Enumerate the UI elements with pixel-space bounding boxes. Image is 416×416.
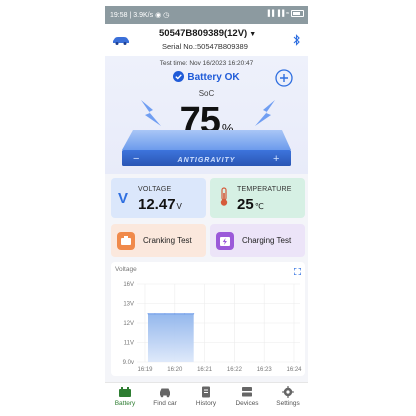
voltage-label: VOLTAGE xyxy=(138,186,172,193)
charging-icon xyxy=(216,232,234,250)
status-bar: 19:58 | 3.9K/s ◉ ◷ ▐▐ ▐▐ ≈ xyxy=(105,6,308,24)
voltage-point xyxy=(193,313,195,315)
nav-label: Devices xyxy=(235,400,259,407)
temperature-value: 25℃ xyxy=(237,196,264,213)
nav-label: Find car xyxy=(153,400,177,407)
voltage-point xyxy=(174,313,176,315)
voltage-point xyxy=(164,313,166,315)
temperature-label: TEMPERATURE xyxy=(237,186,292,193)
nav-find-car[interactable]: Find car xyxy=(145,386,185,407)
nav-label: History xyxy=(195,400,217,407)
chart-title: Voltage xyxy=(115,266,137,273)
x-tick-label: 16:20 xyxy=(167,367,183,373)
bluetooth-icon[interactable] xyxy=(293,34,301,46)
nav-label: Settings xyxy=(276,400,300,407)
voltage-point xyxy=(184,313,186,315)
voltage-chart-plot: 16V 13V 12V 11V 9.0v16:19 16:20 16:21 16:22 16:2… xyxy=(123,282,303,373)
serial-number: Serial No.:50547B809389 xyxy=(162,42,248,51)
add-test-button[interactable] xyxy=(275,69,293,87)
soc-label: SoC xyxy=(198,89,215,98)
nav-history[interactable]: History xyxy=(186,386,226,407)
charging-test-button[interactable]: Charging Test xyxy=(210,224,305,257)
x-tick-label: 16:21 xyxy=(197,367,213,373)
x-tick-label: 16:22 xyxy=(227,367,243,373)
y-tick-label: 12V xyxy=(123,321,134,327)
check-circle-icon xyxy=(173,71,185,82)
status-right: ▐▐ ▐▐ ≈ xyxy=(266,10,304,17)
thermometer-icon xyxy=(220,187,228,206)
y-tick-label: 16V xyxy=(123,282,134,288)
nav-battery[interactable]: Battery xyxy=(105,386,145,407)
app-header: 50547B809389(12V) ▼ Serial No.:50547B8093… xyxy=(105,24,308,56)
x-tick-label: 16:23 xyxy=(257,367,273,373)
status-net-speed: 3.9K/s xyxy=(133,12,154,19)
temperature-card[interactable]: TEMPERATURE 25℃ xyxy=(210,178,305,218)
device-selector[interactable]: 50547B809389(12V) ▼ xyxy=(159,28,256,39)
devices-icon xyxy=(242,387,252,397)
test-time: Test time: Nov 16/2023 16:20:47 xyxy=(159,60,254,67)
phone-screen: 19:58 | 3.9K/s ◉ ◷ ▐▐ ▐▐ ≈ 50547B809389(… xyxy=(105,6,308,412)
voltage-unit: V xyxy=(176,202,182,211)
charging-test-label: Charging Test xyxy=(242,236,292,245)
x-tick-label: 16:24 xyxy=(286,367,302,373)
status-time: 19:58 xyxy=(110,12,128,19)
wifi-icon: ≈ xyxy=(286,11,290,18)
voltage-icon: V xyxy=(118,190,129,207)
status-left: 19:58 | 3.9K/s ◉ ◷ xyxy=(110,12,170,19)
voltage-chart: 16V 13V 12V 11V 9.0v 16:19 16:20 16:21 16:22 16:2… xyxy=(111,262,305,376)
chevron-down-icon: ▼ xyxy=(249,31,257,38)
car-icon[interactable] xyxy=(111,35,131,45)
voltage-value: 12.47V xyxy=(138,196,182,213)
voltage-area xyxy=(147,313,194,362)
history-icon xyxy=(202,386,210,398)
brand-logo-text: ANTIGRAVITY xyxy=(177,157,236,164)
nav-label: Battery xyxy=(114,400,136,407)
temperature-number: 25 xyxy=(237,196,254,213)
temperature-unit: ℃ xyxy=(254,202,264,211)
notification-icon: ◉ ◷ xyxy=(155,12,170,19)
battery-icon xyxy=(119,387,131,397)
battery-status-text: Battery OK xyxy=(187,72,240,83)
cranking-test-label: Cranking Test xyxy=(143,236,192,245)
voltage-point xyxy=(147,313,149,315)
y-tick-label: 11V xyxy=(124,341,134,347)
signal-icon: ▐▐ ▐▐ xyxy=(265,11,285,18)
voltage-number: 12.47 xyxy=(138,196,176,213)
voltage-card[interactable]: V VOLTAGE 12.47V xyxy=(111,178,206,218)
y-tick-label: 9.0v xyxy=(123,360,134,366)
expand-icon[interactable] xyxy=(294,268,301,275)
device-name: 50547B809389(12V) xyxy=(159,28,248,39)
voltage-point xyxy=(154,313,156,315)
engine-icon xyxy=(117,232,135,250)
battery-status-icon xyxy=(291,10,304,17)
nav-devices[interactable]: Devices xyxy=(227,386,267,407)
car-outline-icon xyxy=(160,388,170,398)
cranking-test-button[interactable]: Cranking Test xyxy=(111,224,206,257)
y-tick-label: 13V xyxy=(123,302,134,308)
bottom-navigation: Battery Find car History Devices Setting… xyxy=(105,382,308,412)
battery-status-panel: Test time: Nov 16/2023 16:20:47 Battery … xyxy=(105,56,308,174)
gear-icon xyxy=(282,386,294,398)
nav-settings[interactable]: Settings xyxy=(268,386,308,407)
x-tick-label: 16:19 xyxy=(137,367,153,373)
